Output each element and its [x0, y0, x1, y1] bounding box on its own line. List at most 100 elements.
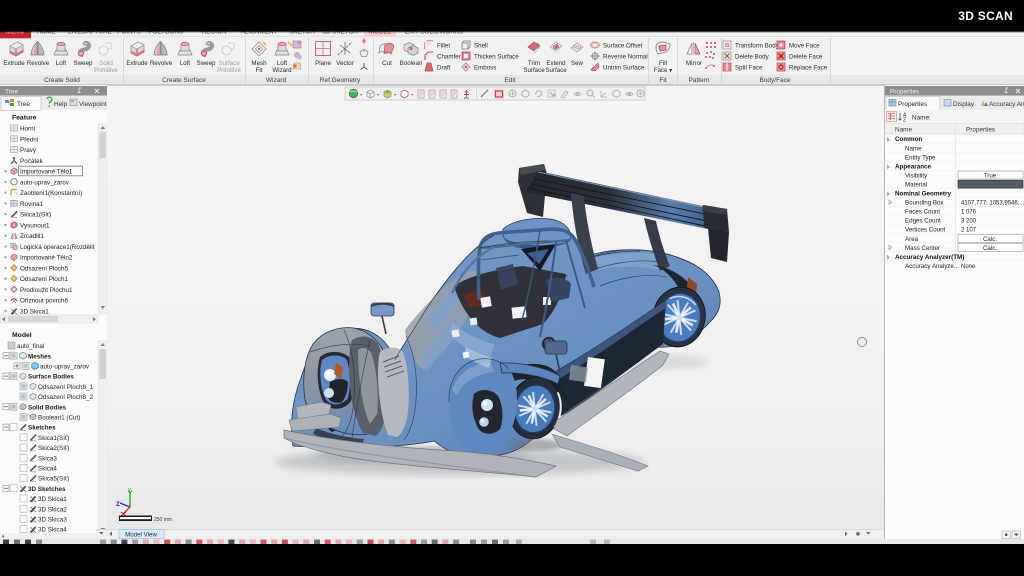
svg-text:Transform Body: Transform Body — [735, 43, 780, 50]
svg-text:Extrude: Extrude — [126, 60, 148, 67]
svg-text:None: None — [961, 264, 976, 270]
svg-text:Vector: Vector — [336, 60, 354, 67]
svg-text:Split Face: Split Face — [735, 65, 763, 72]
svg-text:auto_final: auto_final — [17, 343, 44, 350]
svg-text:Accuracy Analyzer(TM): Accuracy Analyzer(TM) — [895, 254, 964, 261]
svg-text:Extend: Extend — [546, 60, 566, 67]
svg-text:Sew: Sew — [571, 60, 584, 67]
svg-text:Surface: Surface — [218, 60, 240, 67]
svg-text:Viewpoint: Viewpoint — [79, 101, 107, 108]
svg-text:Importované Tělo1: Importované Tělo1 — [20, 169, 73, 176]
svg-text:Thicken Surface: Thicken Surface — [474, 54, 519, 61]
svg-text:Odsazení Ploch5: Odsazení Ploch5 — [20, 265, 68, 272]
svg-text:Rovina1: Rovina1 — [20, 201, 44, 208]
svg-text:Properties: Properties — [898, 101, 927, 108]
svg-text:Surface Bodies: Surface Bodies — [28, 374, 74, 381]
svg-text:Pravý: Pravý — [20, 147, 37, 154]
svg-text:Odsazení Ploch8_2: Odsazení Ploch8_2 — [38, 394, 93, 401]
svg-text:Fillet: Fillet — [437, 43, 450, 50]
svg-text:Faces Count: Faces Count — [905, 209, 940, 216]
svg-text:auto-uprav_zarov: auto-uprav_zarov — [20, 179, 70, 186]
svg-text:Chamfer: Chamfer — [437, 54, 461, 61]
svg-text:Skica1(Síť): Skica1(Síť) — [38, 435, 69, 442]
svg-text:Revolve: Revolve — [150, 60, 173, 67]
svg-text:Area: Area — [905, 236, 919, 243]
svg-text:Fill: Fill — [659, 60, 667, 67]
svg-text:Common: Common — [895, 136, 922, 143]
svg-text:Edges Count: Edges Count — [905, 218, 941, 225]
svg-text:Skica5(Síť): Skica5(Síť) — [38, 476, 69, 483]
svg-text:Accuracy Analy...: Accuracy Analy... — [989, 101, 1024, 108]
svg-text:Body/Face: Body/Face — [759, 77, 790, 84]
svg-text:Properties: Properties — [966, 126, 995, 133]
svg-text:Prodloužit Plochu1: Prodloužit Plochu1 — [20, 287, 73, 294]
svg-text:Boolean1 (Cut): Boolean1 (Cut) — [38, 415, 80, 422]
svg-text:Importované Tělo2: Importované Tělo2 — [20, 255, 73, 262]
svg-text:Delete Body: Delete Body — [735, 54, 770, 61]
svg-text:Skica2(Síť): Skica2(Síť) — [38, 445, 69, 452]
svg-text:Vertices Count: Vertices Count — [905, 227, 946, 234]
svg-text:Accuracy Analyze...: Accuracy Analyze... — [905, 263, 959, 270]
svg-text:Přední: Přední — [20, 136, 39, 143]
svg-text:Zaoblení1(Konstantní): Zaoblení1(Konstantní) — [20, 190, 82, 197]
svg-text:Mass Center: Mass Center — [905, 245, 940, 252]
svg-text:Ořiznout povrch6: Ořiznout povrch6 — [20, 298, 68, 305]
svg-text:Name: Name — [895, 126, 912, 133]
svg-text:Wizard: Wizard — [266, 77, 287, 84]
svg-text:Tree: Tree — [5, 89, 18, 96]
svg-text:Delete Face: Delete Face — [789, 54, 823, 61]
svg-text:Mesh: Mesh — [251, 60, 267, 67]
svg-text:Surface Offset: Surface Offset — [603, 43, 643, 50]
svg-text:Extrude: Extrude — [3, 60, 25, 67]
svg-text:Face ▾: Face ▾ — [654, 67, 673, 74]
svg-text:4107,777; 1053,9546;...: 4107,777; 1053,9546;... — [961, 201, 1024, 207]
svg-text:Odsazení Ploch1: Odsazení Ploch1 — [20, 276, 68, 283]
svg-text:Solid: Solid — [99, 60, 113, 67]
svg-text:Z: Z — [903, 118, 906, 124]
svg-text:Shell: Shell — [474, 43, 488, 50]
svg-text:3 200: 3 200 — [961, 219, 977, 225]
svg-text:Replace Face: Replace Face — [789, 65, 828, 72]
svg-text:Sketches: Sketches — [28, 425, 56, 432]
svg-text:Fit: Fit — [659, 77, 666, 84]
svg-text:Feature: Feature — [12, 115, 37, 122]
svg-text:Skica4: Skica4 — [38, 466, 57, 473]
svg-text:Solid Bodies: Solid Bodies — [28, 404, 67, 411]
svg-text:Revolve: Revolve — [27, 60, 50, 67]
svg-text:Properties: Properties — [890, 89, 919, 96]
svg-text:3D Skica1: 3D Skica1 — [38, 496, 67, 503]
svg-text:Bounding Box: Bounding Box — [905, 200, 944, 207]
svg-text:Create Solid: Create Solid — [44, 77, 80, 84]
svg-text:Trim: Trim — [528, 60, 540, 67]
svg-text:Entity Type: Entity Type — [905, 154, 936, 161]
svg-text:Name:: Name: — [912, 115, 931, 122]
svg-text:Appearance: Appearance — [895, 163, 932, 170]
svg-text:Horní: Horní — [20, 126, 36, 133]
svg-text:Move Face: Move Face — [789, 43, 820, 50]
svg-text:Create Surface: Create Surface — [162, 77, 206, 84]
svg-text:Fit: Fit — [256, 67, 263, 74]
svg-text:Zrcadlit1: Zrcadlit1 — [20, 233, 45, 240]
svg-text:Cut: Cut — [382, 60, 392, 67]
svg-text:2 107: 2 107 — [961, 228, 977, 234]
svg-text:Loft: Loft — [180, 60, 191, 67]
svg-text:Reverse Normal: Reverse Normal — [603, 54, 648, 61]
svg-text:Skica3: Skica3 — [38, 455, 57, 462]
svg-text:3D Skica3: 3D Skica3 — [38, 517, 67, 524]
svg-text:3D Skica2: 3D Skica2 — [38, 506, 67, 513]
svg-text:Loft: Loft — [277, 60, 288, 67]
svg-text:Meshes: Meshes — [28, 353, 52, 360]
svg-text:Primitive: Primitive — [217, 67, 241, 74]
svg-text:Boolean: Boolean — [400, 60, 423, 67]
svg-text:Calc.: Calc. — [983, 245, 997, 252]
svg-text:Draft: Draft — [437, 65, 451, 72]
svg-text:Loft: Loft — [56, 60, 67, 67]
svg-text:Odsazení Ploch8_1: Odsazení Ploch8_1 — [38, 384, 93, 391]
svg-text:Primitive: Primitive — [94, 67, 118, 74]
svg-text:Wizard: Wizard — [272, 67, 292, 74]
svg-text:Počátek: Počátek — [20, 158, 44, 165]
svg-text:Nominal Geometry: Nominal Geometry — [895, 191, 951, 198]
svg-text:Surface: Surface — [545, 67, 567, 74]
svg-text:Model: Model — [12, 332, 32, 339]
svg-text:Untrim Surface: Untrim Surface — [603, 65, 645, 72]
